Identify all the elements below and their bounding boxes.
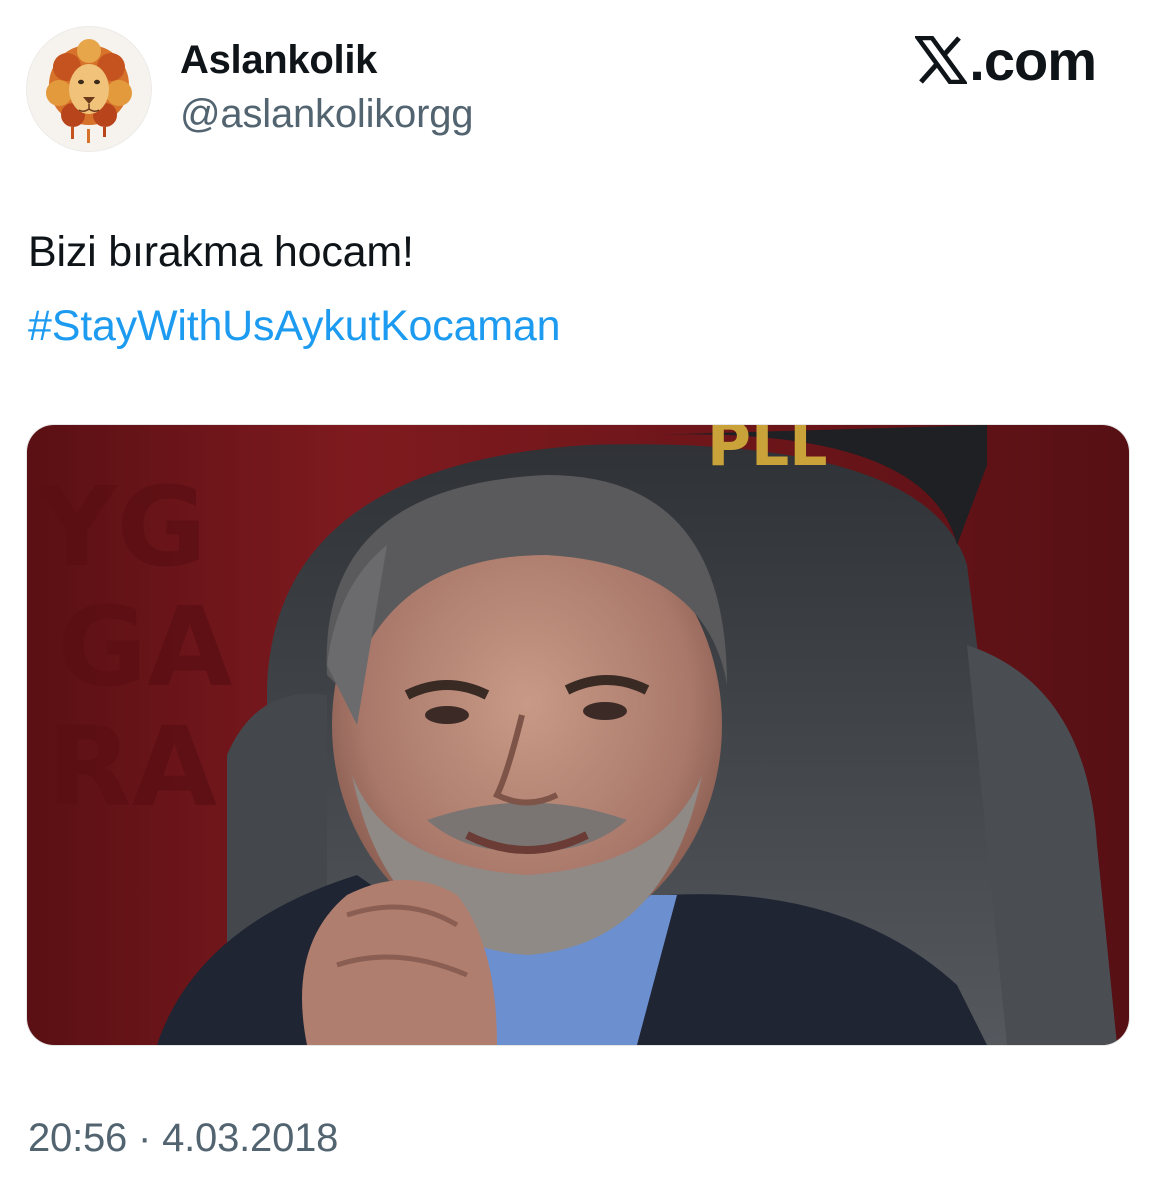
svg-text:YG: YG: [35, 463, 207, 591]
tweet-date: 4.03.2018: [162, 1116, 339, 1160]
photo-image: YG GA RA PLL: [27, 425, 1129, 1045]
lion-head-icon: [27, 27, 151, 151]
tweet-card: Aslankolik @aslankolikorgg .com Bizi bır…: [0, 0, 1154, 1200]
x-logo-icon: [915, 36, 968, 84]
tweet-text: Bizi bırakma hocam!: [28, 228, 414, 276]
tweet-time: 20:56: [28, 1116, 128, 1160]
brand-watermark: .com: [915, 28, 1097, 92]
author-handle[interactable]: @aslankolikorgg: [180, 92, 474, 137]
author-display-name[interactable]: Aslankolik: [180, 38, 377, 83]
hashtag-link[interactable]: #StayWithUsAykutKocaman: [28, 302, 561, 351]
author-avatar[interactable]: [26, 26, 152, 152]
svg-text:GA: GA: [57, 583, 232, 711]
tweet-timestamp[interactable]: 20:56 · 4.03.2018: [28, 1116, 338, 1161]
brand-text: .com: [969, 28, 1097, 92]
timestamp-separator: ·: [138, 1116, 152, 1160]
tweet-media-photo[interactable]: YG GA RA PLL: [26, 424, 1130, 1046]
svg-text:RA: RA: [47, 703, 217, 831]
svg-text:PLL: PLL: [707, 425, 827, 480]
